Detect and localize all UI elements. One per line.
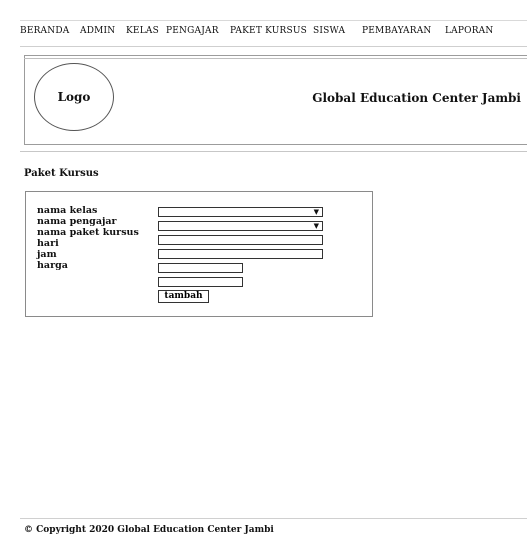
label-hari: hari [37, 238, 59, 249]
top-rule [20, 20, 527, 21]
nama-kelas-select[interactable]: ▼ [158, 207, 323, 217]
site-title: Global Education Center Jambi [312, 91, 521, 105]
footer-rule [20, 518, 527, 519]
header-rule [24, 58, 527, 59]
nav-item-pembayaran[interactable]: PEMBAYARAN [362, 26, 431, 36]
footer-copyright: © Copyright 2020 Global Education Center… [24, 525, 274, 535]
jam-input[interactable] [158, 263, 243, 273]
label-nama-pengajar: nama pengajar [37, 216, 117, 227]
chevron-down-icon: ▼ [313, 208, 319, 216]
nav-item-pengajar[interactable]: PENGAJAR [166, 26, 219, 36]
logo: Logo [34, 63, 114, 131]
label-jam: jam [37, 249, 57, 260]
nav-item-admin[interactable]: ADMIN [80, 26, 115, 36]
nama-pengajar-select[interactable]: ▼ [158, 221, 323, 231]
header-divider [20, 151, 527, 152]
nav-item-beranda[interactable]: BERANDA [20, 26, 69, 36]
label-nama-paket-kursus: nama paket kursus [37, 227, 139, 238]
nav-rule [20, 46, 527, 47]
label-nama-kelas: nama kelas [37, 205, 98, 216]
chevron-down-icon: ▼ [313, 222, 319, 230]
nav-item-kelas[interactable]: KELAS [126, 26, 159, 36]
hari-input[interactable] [158, 249, 323, 259]
nav-item-siswa[interactable]: SISWA [313, 26, 345, 36]
harga-input[interactable] [158, 277, 243, 287]
logo-label: Logo [57, 90, 91, 104]
label-harga: harga [37, 260, 68, 271]
tambah-button[interactable]: tambah [158, 290, 209, 303]
nav-item-laporan[interactable]: LAPORAN [445, 26, 493, 36]
nav-item-paket-kursus[interactable]: PAKET KURSUS [230, 26, 307, 36]
page-title: Paket Kursus [24, 168, 99, 179]
nama-paket-kursus-input[interactable] [158, 235, 323, 245]
